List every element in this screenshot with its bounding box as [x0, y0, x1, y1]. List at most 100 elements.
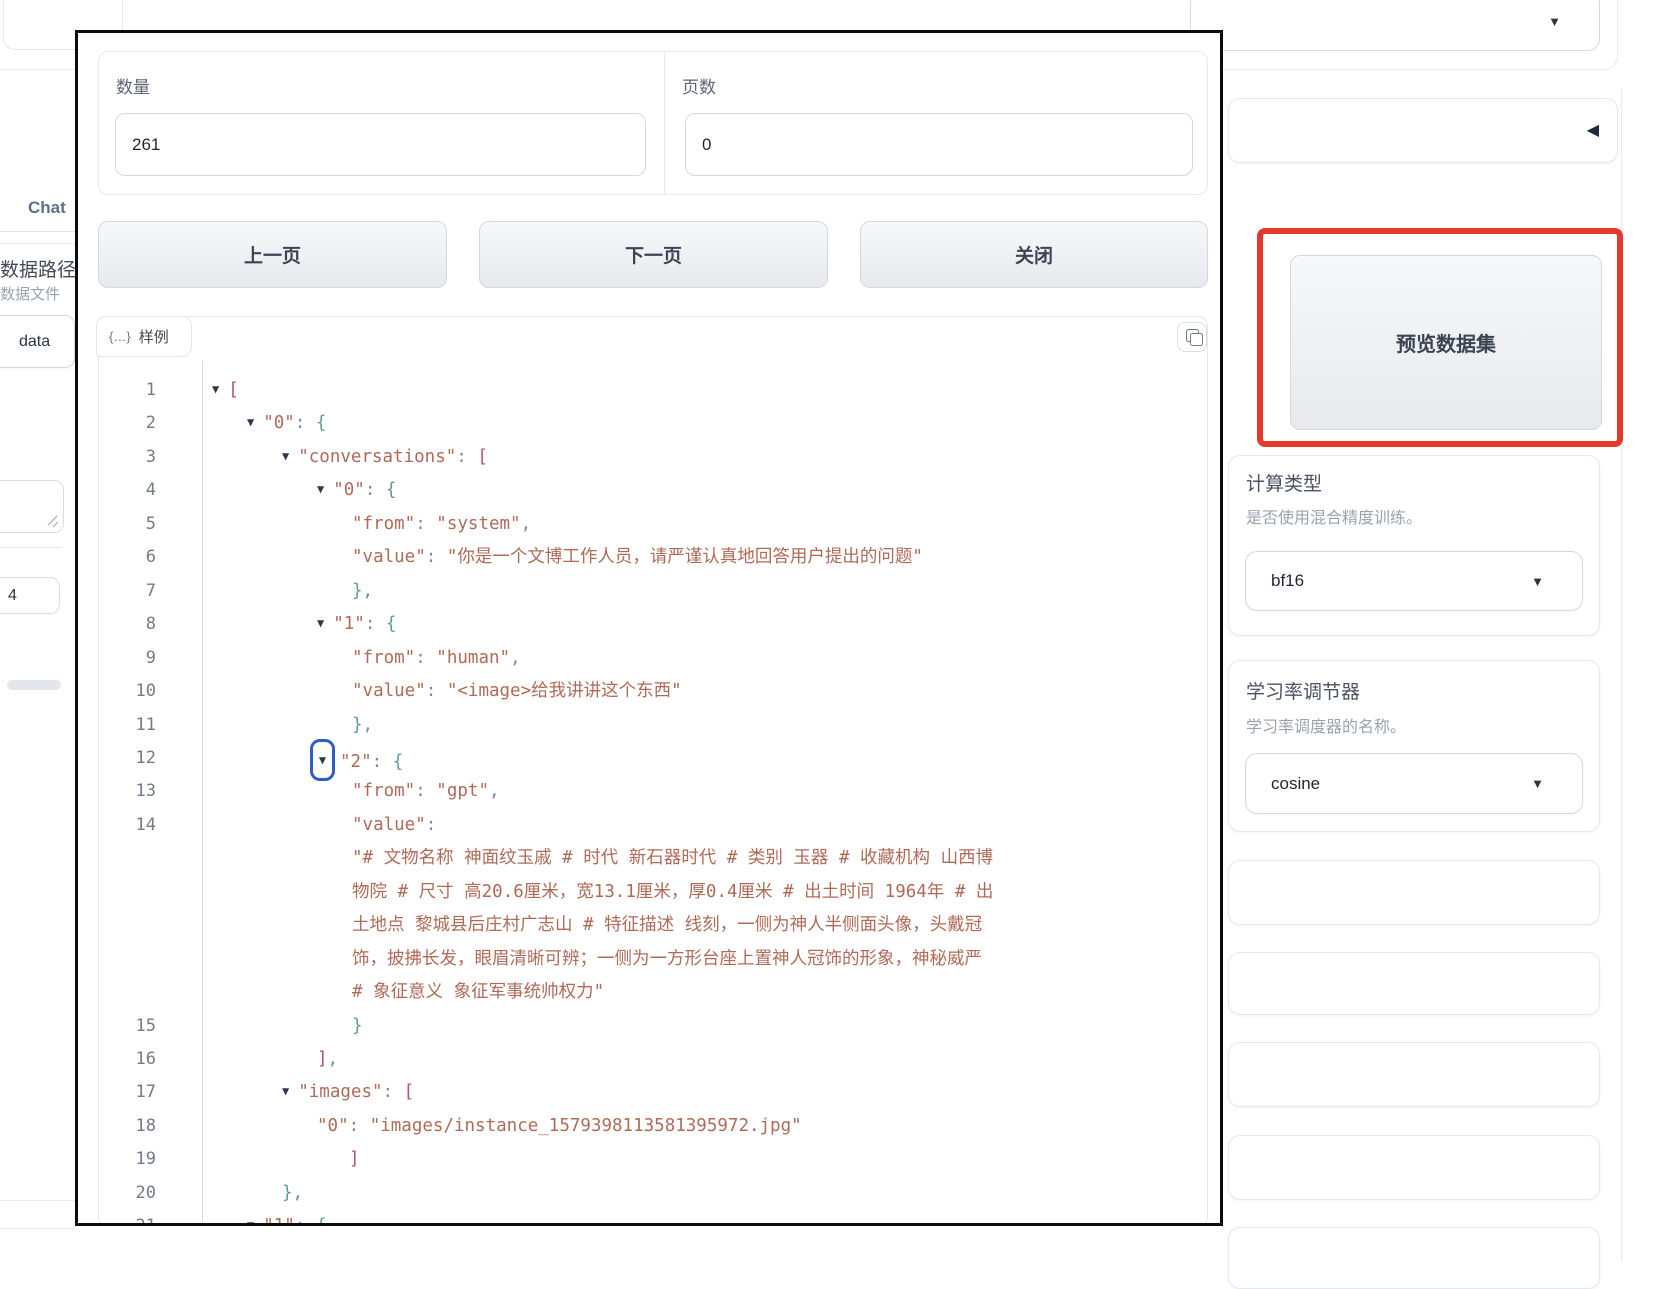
line-number: 7	[145, 580, 156, 601]
collapse-arrow-icon[interactable]: ▼	[319, 743, 326, 777]
pages-input[interactable]	[685, 113, 1193, 176]
prompt-textarea[interactable]	[0, 480, 64, 533]
json-row: 8 ▼ "1": {	[99, 606, 1207, 641]
json-token: [	[403, 1082, 415, 1103]
accordion-row[interactable]	[1228, 1135, 1600, 1200]
json-row: 饰，披拂长发，眼眉清晰可辨；一侧为一方形台座上置神人冠饰的形象，神秘威严	[99, 942, 1207, 976]
dataset-preview-modal: 数量 页数 上一页 下一页 关闭 1 ▼ [2 ▼ "0": {3 ▼ "conversat…	[75, 30, 1223, 1226]
json-token: "human"	[436, 647, 511, 668]
json-token: ]	[317, 1049, 328, 1069]
collapse-arrow-icon[interactable]: ▼	[317, 472, 324, 506]
quantity-input[interactable]	[115, 113, 646, 176]
json-token: :	[415, 781, 437, 802]
json-token: "images/instance_1579398113581395972.jpg…	[369, 1115, 802, 1136]
json-row: 10 "value": "<image>给我讲讲这个东西"	[99, 674, 1207, 708]
json-token: "2"	[340, 751, 372, 772]
json-token: {	[392, 751, 404, 772]
json-token: }	[352, 714, 363, 735]
prev-page-button[interactable]: 上一页	[98, 221, 447, 288]
collapse-arrow-icon[interactable]: ▼	[282, 1074, 289, 1108]
compute-type-dropdown[interactable]: bf16 ▼	[1245, 551, 1583, 611]
chevron-down-icon: ▼	[1531, 573, 1544, 589]
line-number: 6	[145, 547, 156, 568]
json-row: 6 "value": "你是一个文博工作人员，请严谨认真地回答用户提出的问题"	[99, 540, 1207, 574]
json-token: :	[382, 1082, 404, 1103]
json-sample-tab: {…} 样例	[96, 316, 192, 357]
json-token: "1"	[263, 1216, 295, 1223]
line-number: 13	[135, 781, 156, 802]
tab-chat[interactable]: Chat	[28, 198, 77, 218]
slider-track-fragment[interactable]	[7, 680, 61, 690]
json-token: 饰，披拂长发，眼眉清晰可辨；一侧为一方形台座上置神人冠饰的形象，神秘威严	[352, 948, 982, 969]
json-token: ]	[349, 1149, 360, 1170]
json-token: }	[352, 1015, 363, 1036]
json-token: "0"	[317, 1115, 349, 1136]
json-token: :	[425, 547, 447, 568]
json-token: "system"	[436, 513, 521, 534]
json-row: 土地点 黎城县后庄村广志山 # 特征描述 线刻，一侧为神人半侧面头像，头戴冠	[99, 908, 1207, 942]
field-divider	[0, 547, 62, 548]
annotation-red-box	[1257, 228, 1623, 447]
json-row: 19]	[99, 1142, 1207, 1176]
pagination-form-divider	[664, 51, 665, 195]
json-token: "from"	[352, 647, 416, 668]
json-token: "from"	[352, 513, 416, 534]
json-token: :	[364, 480, 386, 501]
bottom-divider-1	[0, 1200, 75, 1201]
data-dir-dropdown[interactable]: data	[0, 315, 75, 368]
collapse-arrow-icon[interactable]: ▼	[247, 405, 254, 439]
compute-type-title: 计算类型	[1246, 474, 1323, 495]
accordion-row[interactable]	[1228, 1042, 1600, 1107]
json-token: "images"	[298, 1082, 383, 1103]
json-row: 物院 # 尺寸 高20.6厘米，宽13.1厘米，厚0.4厘米 # 出土时间 19…	[99, 875, 1207, 909]
json-token: :	[371, 751, 393, 772]
json-row: # 象征意义 象征军事统帅权力"	[99, 975, 1207, 1009]
accordion-row-top[interactable]: ◀	[1228, 98, 1618, 163]
line-number: 11	[135, 714, 156, 735]
next-page-button[interactable]: 下一页	[479, 221, 828, 288]
close-button[interactable]: 关闭	[860, 221, 1208, 288]
json-token: "from"	[352, 781, 416, 802]
json-row: 1 ▼ [	[99, 372, 1207, 407]
collapse-arrow-icon[interactable]: ▼	[247, 1208, 254, 1223]
json-sample-box: 1 ▼ [2 ▼ "0": {3 ▼ "conversations": [4 ▼ "0": {5…	[98, 316, 1208, 1223]
json-token: {	[385, 614, 397, 635]
json-token: :	[415, 647, 437, 668]
json-row: 15}	[99, 1009, 1207, 1043]
copy-icon[interactable]	[1177, 322, 1207, 352]
json-token: "value"	[352, 681, 426, 702]
line-number: 19	[135, 1149, 156, 1170]
line-number: 2	[145, 413, 156, 434]
json-row: 7},	[99, 574, 1207, 608]
json-token: "1"	[333, 614, 365, 635]
top-right-dropdown[interactable]: ▼	[1190, 0, 1600, 51]
data-file-sublabel: 数据文件	[0, 286, 61, 303]
lr-scheduler-dropdown[interactable]: cosine ▼	[1245, 753, 1583, 814]
json-row: 12 ▼ "2": {	[99, 738, 1207, 781]
json-token: }	[282, 1182, 293, 1203]
json-token: "你是一个文博工作人员，请严谨认真地回答用户提出的问题"	[446, 547, 923, 568]
resize-grip-icon[interactable]	[46, 515, 59, 529]
line-number: 4	[145, 480, 156, 501]
line-number: 15	[135, 1015, 156, 1036]
lr-scheduler-subtitle: 学习率调度器的名称。	[1246, 719, 1407, 736]
line-number: 5	[145, 513, 156, 534]
lr-scheduler-card: 学习率调节器 学习率调度器的名称。 cosine ▼	[1228, 660, 1600, 832]
line-number: 21	[99, 1209, 156, 1223]
json-token: "0"	[263, 413, 295, 434]
json-token: :	[294, 413, 316, 434]
small-number-value: 4	[8, 586, 17, 604]
json-token: :	[425, 681, 447, 702]
small-number-input[interactable]: 4	[0, 577, 60, 614]
line-number: 9	[145, 647, 156, 668]
collapse-arrow-icon[interactable]: ▼	[282, 439, 289, 473]
collapse-arrow-icon[interactable]: ▼	[317, 606, 324, 640]
json-token: [	[228, 380, 239, 400]
accordion-row[interactable]	[1228, 860, 1600, 925]
line-number: 17	[135, 1082, 156, 1103]
accordion-row[interactable]	[1228, 952, 1600, 1015]
collapse-left-icon[interactable]: ◀	[1587, 122, 1617, 139]
collapse-arrow-icon[interactable]: ▼	[212, 372, 219, 406]
line-number: 14	[135, 814, 156, 835]
accordion-row[interactable]	[1228, 1227, 1600, 1289]
